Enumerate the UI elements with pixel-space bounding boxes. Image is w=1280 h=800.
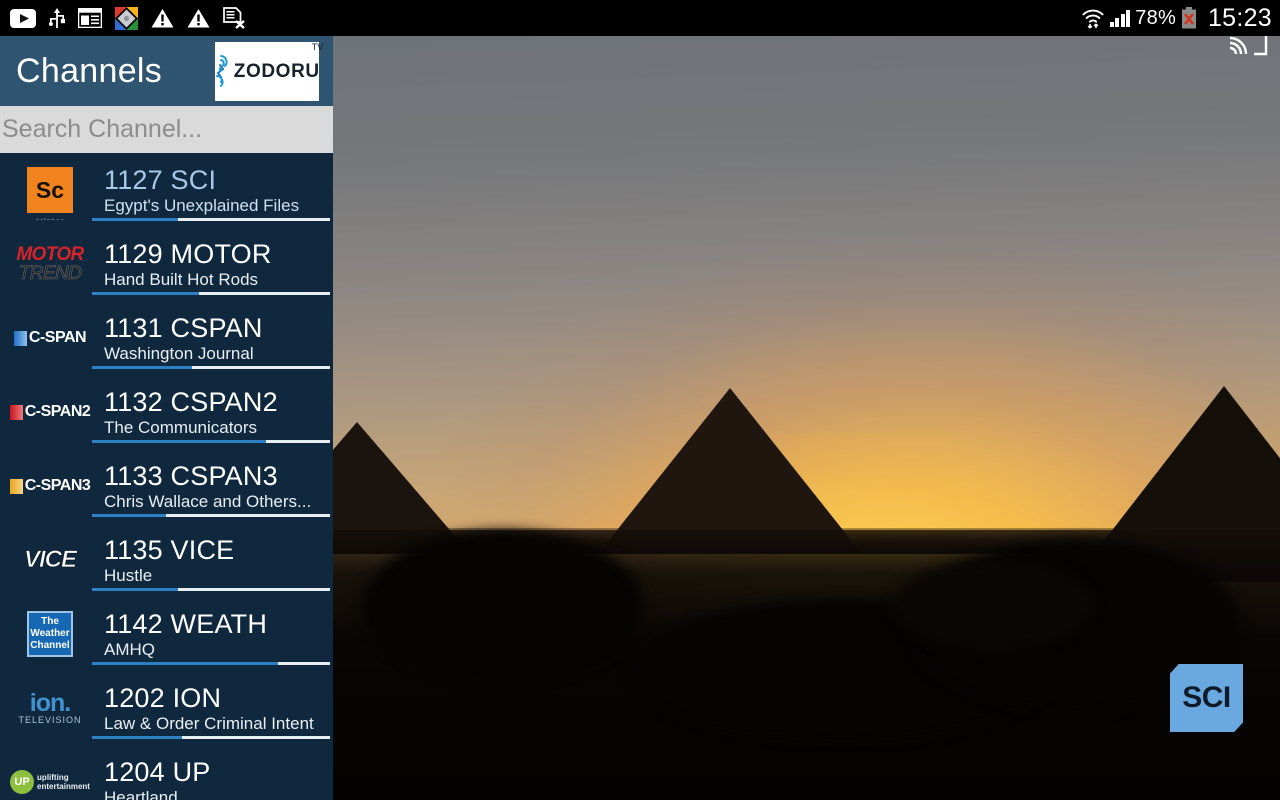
sidebar-header: Channels ZODORU TV [0,36,333,106]
motor-trend-logo: MOTOR TREND [16,244,84,284]
foreground-shape [363,530,643,680]
warning-icon [151,9,174,28]
program-progress-bar [92,439,330,443]
status-system-icons: 78% 15:23 [1081,0,1272,36]
channel-name: 1202 ION [104,682,222,713]
channel-row-1132[interactable]: C-SPAN2 1132 CSPAN2 The Communicators [0,375,333,449]
cellular-signal-icon [1109,9,1131,27]
zodoru-logo-superscript: TV [311,41,324,52]
usb-icon [49,8,65,28]
zodoru-logo[interactable]: ZODORU TV [215,41,323,101]
channel-name: 1131 CSPAN [104,312,263,343]
video-player[interactable]: SCI [333,36,1280,800]
search-input[interactable] [2,115,333,144]
program-title: Chris Wallace and Others... [104,491,312,511]
youtube-icon [10,8,36,28]
channel-row-1127[interactable]: Sc 1127 SCI Egypt's Unexplained Files [0,153,333,227]
cspan3-logo: C-SPAN3 [8,456,92,516]
search-bar[interactable] [0,106,333,153]
foreground-shape [893,560,1093,650]
channel-name: 1129 MOTOR [104,238,272,269]
cspan2-logo: C-SPAN2 [8,382,92,442]
channel-bug-sci: SCI [1170,664,1243,732]
vice-logo: VICE [23,546,78,574]
screen: 78% 15:23 SCI Channels ZODORU TV Search … [0,0,1280,800]
program-progress-bar [92,365,330,369]
battery-percent-label: 78% [1135,6,1176,29]
wifi-transfer-icon [1082,9,1104,29]
program-title: Egypt's Unexplained Files [104,195,300,215]
weather-channel-logo: The Weather Channel [8,604,92,664]
program-progress-bar [92,661,330,665]
program-progress-bar [92,587,330,591]
program-progress-bar [92,513,330,517]
dpad-icon [115,6,138,30]
program-title: Washington Journal [104,343,254,363]
program-title: The Communicators [104,417,258,437]
program-title: Hustle [104,565,153,585]
channel-name: 1133 CSPAN3 [104,460,278,491]
program-title: Hand Built Hot Rods [104,269,259,289]
channel-name: 1132 CSPAN2 [104,386,278,417]
battery-error-icon [1181,7,1196,29]
program-title: Law & Order Criminal Intent [104,713,314,733]
channel-list[interactable]: Sc 1127 SCI Egypt's Unexplained Files MO… [0,153,333,800]
channel-name: 1204 UP [104,756,211,787]
clock-label: 15:23 [1207,3,1272,32]
up-tv-logo: UP uplifting entertainment [8,752,92,800]
channel-row-1202[interactable]: ion. TELEVISION 1202 ION Law & Order Crim… [0,671,333,745]
page-title: Channels [16,51,163,90]
document-error-icon [223,7,245,29]
channel-row-1142[interactable]: The Weather Channel 1142 WEATH AMHQ [0,597,333,671]
channel-row-1129[interactable]: MOTOR TREND 1129 MOTOR Hand Built Hot Rod… [0,227,333,301]
status-notification-icons [10,0,245,36]
channel-row-1135[interactable]: VICE 1135 VICE Hustle [0,523,333,597]
cspan-logo: C-SPAN [8,308,92,368]
channel-row-1131[interactable]: C-SPAN 1131 CSPAN Washington Journal [0,301,333,375]
screen-cast-icon[interactable] [1228,36,1268,58]
program-title: Heartland [104,787,178,800]
news-widget-icon [78,8,102,28]
ion-television-logo: ion. TELEVISION [18,689,82,725]
channel-name: 1142 WEATH [104,608,268,639]
channel-row-1204[interactable]: UP uplifting entertainment 1204 UP Heartla… [0,745,333,800]
program-progress-bar [92,735,330,739]
channel-row-1133[interactable]: C-SPAN3 1133 CSPAN3 Chris Wallace and Ot… [0,449,333,523]
warning-icon [187,9,210,28]
android-status-bar: 78% 15:23 [0,0,1280,36]
zodoru-wave-mark [215,55,228,87]
zodoru-logo-text: ZODORU [233,60,320,82]
program-progress-bar [92,291,330,295]
channel-name: 1127 SCI [104,164,217,195]
channels-sidebar: Channels ZODORU TV Sc [0,36,333,800]
program-title: AMHQ [104,639,155,659]
program-progress-bar [92,217,330,221]
science-channel-logo: Sc [8,160,92,220]
channel-name: 1135 VICE [104,534,235,565]
